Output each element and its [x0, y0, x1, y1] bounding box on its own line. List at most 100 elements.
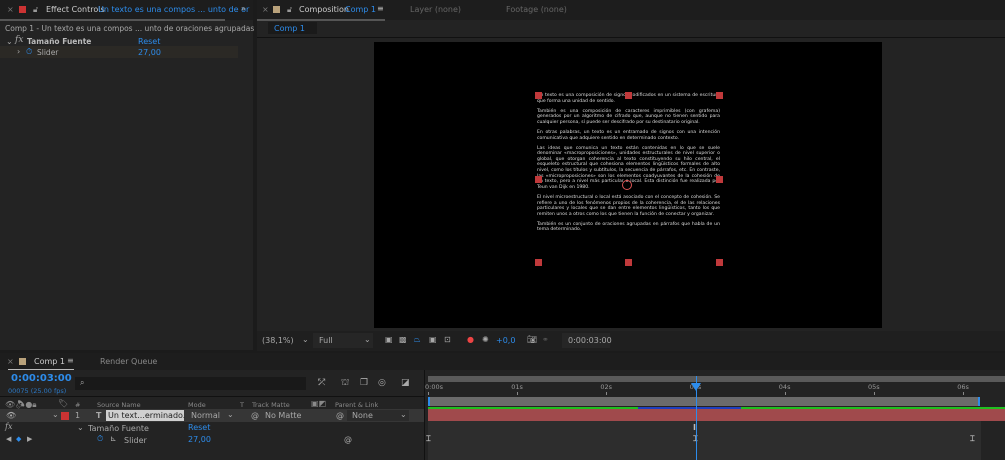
expression-pickwhip-icon[interactable]: @	[344, 435, 352, 444]
transform-handle[interactable]	[535, 92, 542, 99]
add-keyframe-icon[interactable]: ◆	[16, 435, 21, 443]
panel-menu-icon[interactable]: ≡	[377, 4, 384, 13]
column-header-t[interactable]: T	[240, 401, 244, 409]
layer-label-color[interactable]	[61, 412, 69, 420]
current-time-display[interactable]: 0:00:03:00	[568, 336, 612, 345]
transform-handle[interactable]	[716, 176, 723, 183]
keyframe[interactable]: ⌶	[426, 434, 431, 444]
ruler-tick-label: 01s	[511, 383, 523, 391]
fx-icon[interactable]: fx	[15, 35, 23, 45]
layer-name[interactable]: Un text...erminado.	[108, 411, 185, 420]
parent-dropdown[interactable]: None	[352, 411, 373, 420]
stopwatch-icon[interactable]: ⏱	[26, 47, 32, 57]
text-paragraph: El nivel microestructural o local está a…	[537, 194, 720, 217]
tab-footage[interactable]: Footage (none)	[506, 5, 567, 14]
tab-layer[interactable]: Layer (none)	[410, 5, 461, 14]
tab-comp-1[interactable]: Comp 1	[34, 357, 65, 366]
fx-icon[interactable]: fx	[5, 422, 12, 431]
chevron-down-icon[interactable]: ⌄	[227, 410, 234, 419]
column-header-track-matte[interactable]: Track Matte	[252, 401, 290, 409]
ruler-tick-label: 06s	[957, 383, 969, 391]
graph-editor-icon[interactable]: ◪	[401, 378, 410, 388]
chevron-down-icon[interactable]: ⌄	[302, 335, 309, 344]
work-area-bar[interactable]	[428, 376, 1005, 382]
chevron-down-icon[interactable]: ⌄	[400, 410, 407, 419]
close-tab-button[interactable]: ×	[7, 5, 14, 14]
expand-chevron-icon[interactable]: ›	[17, 47, 20, 56]
effect-controls-subtitle: Comp 1 - Un texto es una compos ... unto…	[5, 24, 281, 33]
tab-render-queue[interactable]: Render Queue	[100, 357, 157, 366]
ruler-tick	[428, 392, 429, 395]
pickwhip-icon[interactable]: @	[251, 411, 259, 420]
comp-flowchart-icon[interactable]: ⤱	[318, 378, 325, 388]
mask-visibility-icon[interactable]: ⏢	[414, 335, 420, 345]
mode-dropdown[interactable]: Normal	[191, 411, 220, 420]
transform-handle[interactable]	[535, 176, 542, 183]
lock-icon[interactable]: 🔓︎	[287, 5, 292, 15]
expand-chevron-icon[interactable]: ⌄	[6, 37, 13, 46]
ruler-tick-label: 02s	[600, 383, 613, 391]
resolution-dropdown[interactable]: Full	[319, 336, 333, 345]
tab-composition[interactable]: Composition	[299, 5, 349, 14]
close-tab-button[interactable]: ×	[262, 5, 269, 14]
layer-duration-bar[interactable]	[428, 409, 1005, 421]
column-header-source-name[interactable]: Source Name	[97, 401, 141, 409]
transform-handle[interactable]	[625, 259, 632, 266]
next-keyframe-icon[interactable]: ▶	[27, 435, 32, 443]
text-layer-content[interactable]: Un texto es una composición de signos co…	[537, 93, 720, 237]
show-snapshot-icon[interactable]: ⚭	[542, 335, 549, 344]
transparency-grid-icon[interactable]: ▩	[399, 335, 407, 344]
keyframe[interactable]: ⌶	[970, 434, 975, 444]
lock-icon[interactable]: 🔓︎	[33, 5, 38, 15]
transform-handle[interactable]	[716, 259, 723, 266]
fast-preview-icon[interactable]: ▣	[385, 335, 393, 344]
color-channels-icon[interactable]: ●	[467, 335, 474, 344]
prev-keyframe-icon[interactable]: ◀	[6, 435, 11, 443]
effect-target-layer[interactable]: Un texto es una compos ... unto de or	[98, 5, 249, 14]
slider-value[interactable]: 27,00	[138, 48, 161, 57]
track-matte-dropdown[interactable]: No Matte	[265, 411, 301, 420]
tab-effect-controls[interactable]: Effect Controls	[46, 5, 105, 14]
chevron-down-icon[interactable]: ⌄	[364, 335, 371, 344]
search-input[interactable]: ⌕	[75, 377, 306, 390]
exposure-reset-icon[interactable]: ✺	[482, 335, 489, 344]
graph-icon[interactable]: ⊾	[110, 434, 117, 443]
slider-value[interactable]: 27,00	[188, 435, 211, 444]
effect-name: Tamaño Fuente	[88, 424, 149, 433]
label-color-icon	[19, 358, 26, 365]
column-header-number[interactable]: #	[75, 401, 80, 409]
grid-guides-icon[interactable]: ⊡	[444, 335, 451, 344]
stopwatch-icon[interactable]: ⏱	[97, 434, 103, 444]
reset-link[interactable]: Reset	[138, 37, 160, 46]
visibility-eye-icon[interactable]: 👁︎	[6, 411, 16, 420]
effect-controls-panel: × 🔓︎ Effect Controls Un texto es una com…	[0, 0, 281, 350]
anchor-point-icon[interactable]	[622, 180, 632, 190]
work-area-range[interactable]	[428, 397, 980, 406]
current-time[interactable]: 0:00:03:00	[11, 373, 72, 384]
transform-handle[interactable]	[625, 92, 632, 99]
region-of-interest-icon[interactable]: ▣	[429, 335, 437, 344]
frame-blending-icon[interactable]: ❐	[360, 378, 368, 388]
motion-blur-icon[interactable]: ◎	[378, 378, 386, 388]
shy-layers-icon[interactable]: ⛫	[341, 378, 349, 389]
transform-handle[interactable]	[535, 259, 542, 266]
transform-handle[interactable]	[716, 92, 723, 99]
column-header-parent-link[interactable]: Parent & Link	[335, 401, 378, 409]
exposure-value[interactable]: +0,0	[496, 336, 515, 345]
reset-link[interactable]: Reset	[188, 423, 210, 432]
panel-menu-icon[interactable]: ≡	[67, 356, 74, 365]
param-name: Slider	[124, 436, 147, 445]
column-header-mode[interactable]: Mode	[188, 401, 206, 409]
expand-chevron-icon[interactable]: ⌄	[77, 423, 84, 432]
label-tag-icon: 🏷︎	[58, 399, 69, 408]
ruler-tick-label: 05s	[868, 383, 880, 391]
expand-chevron-icon[interactable]: ⌄	[52, 410, 59, 419]
playhead-handle[interactable]	[690, 383, 701, 391]
close-tab-button[interactable]: ×	[7, 357, 14, 366]
comp-breadcrumb[interactable]: Comp 1	[274, 24, 305, 33]
zoom-dropdown[interactable]: (38,1%)	[262, 336, 294, 345]
panel-overflow-button[interactable]: »	[241, 4, 246, 13]
snapshot-icon[interactable]: 📷︎	[527, 335, 537, 344]
composition-name[interactable]: Comp 1	[345, 5, 376, 14]
parent-pickwhip-icon[interactable]: @	[336, 411, 344, 420]
